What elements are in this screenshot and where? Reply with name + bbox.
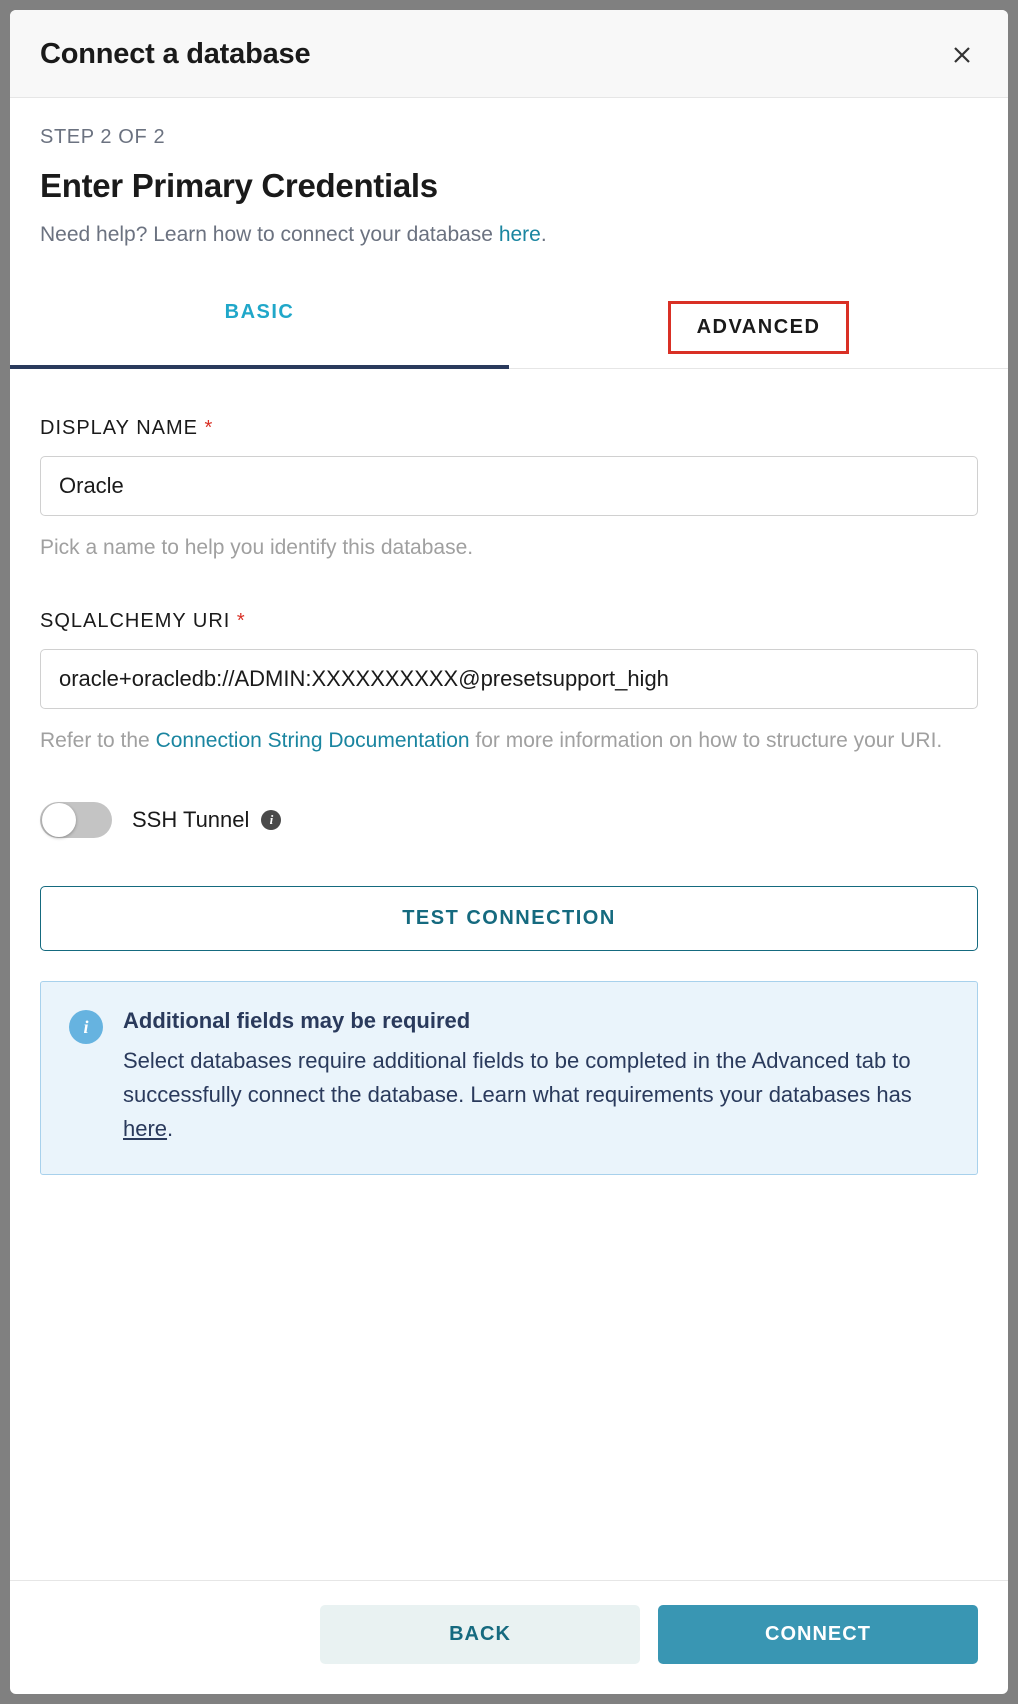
info-box-content: Additional fields may be required Select…: [123, 1008, 949, 1146]
tab-advanced-label: ADVANCED: [668, 301, 850, 354]
step-indicator: STEP 2 OF 2: [40, 126, 978, 149]
toggle-knob: [42, 803, 76, 837]
connection-string-doc-link[interactable]: Connection String Documentation: [156, 729, 470, 752]
tab-basic[interactable]: BASIC: [10, 287, 509, 368]
help-text: Need help? Learn how to connect your dat…: [40, 223, 978, 247]
field-sqlalchemy-uri: SQLALCHEMY URI * Refer to the Connection…: [40, 610, 978, 757]
close-button[interactable]: [946, 39, 978, 71]
modal-footer: BACK CONNECT: [10, 1580, 1008, 1694]
back-button[interactable]: BACK: [320, 1605, 640, 1664]
ssh-tunnel-toggle[interactable]: [40, 802, 112, 838]
required-marker: *: [237, 610, 246, 632]
sqlalchemy-uri-label: SQLALCHEMY URI *: [40, 610, 978, 633]
info-box-icon: i: [69, 1010, 103, 1044]
help-text-prefix: Need help? Learn how to connect your dat…: [40, 223, 499, 246]
test-connection-button[interactable]: TEST CONNECTION: [40, 886, 978, 951]
tab-basic-label: BASIC: [225, 301, 295, 323]
sqlalchemy-uri-hint: Refer to the Connection String Documenta…: [40, 725, 978, 757]
connect-button[interactable]: CONNECT: [658, 1605, 978, 1664]
info-box-title: Additional fields may be required: [123, 1008, 949, 1034]
tabs: BASIC ADVANCED: [10, 287, 1008, 369]
sqlalchemy-uri-input[interactable]: [40, 649, 978, 709]
display-name-hint: Pick a name to help you identify this da…: [40, 532, 978, 564]
connect-database-modal: Connect a database STEP 2 OF 2 Enter Pri…: [10, 10, 1008, 1694]
info-box-link[interactable]: here: [123, 1116, 167, 1141]
info-icon[interactable]: i: [261, 810, 281, 830]
field-display-name: DISPLAY NAME * Pick a name to help you i…: [40, 417, 978, 564]
display-name-input[interactable]: [40, 456, 978, 516]
section-title: Enter Primary Credentials: [40, 167, 978, 205]
required-marker: *: [205, 417, 214, 439]
tab-advanced[interactable]: ADVANCED: [509, 287, 1008, 368]
modal-body: STEP 2 OF 2 Enter Primary Credentials Ne…: [10, 98, 1008, 1580]
help-link[interactable]: here: [499, 223, 541, 246]
info-box-text: Select databases require additional fiel…: [123, 1044, 949, 1146]
help-text-suffix: .: [541, 223, 547, 246]
close-icon: [950, 43, 974, 67]
ssh-tunnel-row: SSH Tunnel i: [40, 802, 978, 838]
modal-header: Connect a database: [10, 10, 1008, 98]
ssh-tunnel-label: SSH Tunnel i: [132, 807, 281, 833]
modal-title: Connect a database: [40, 38, 310, 71]
info-box: i Additional fields may be required Sele…: [40, 981, 978, 1175]
display-name-label: DISPLAY NAME *: [40, 417, 978, 440]
